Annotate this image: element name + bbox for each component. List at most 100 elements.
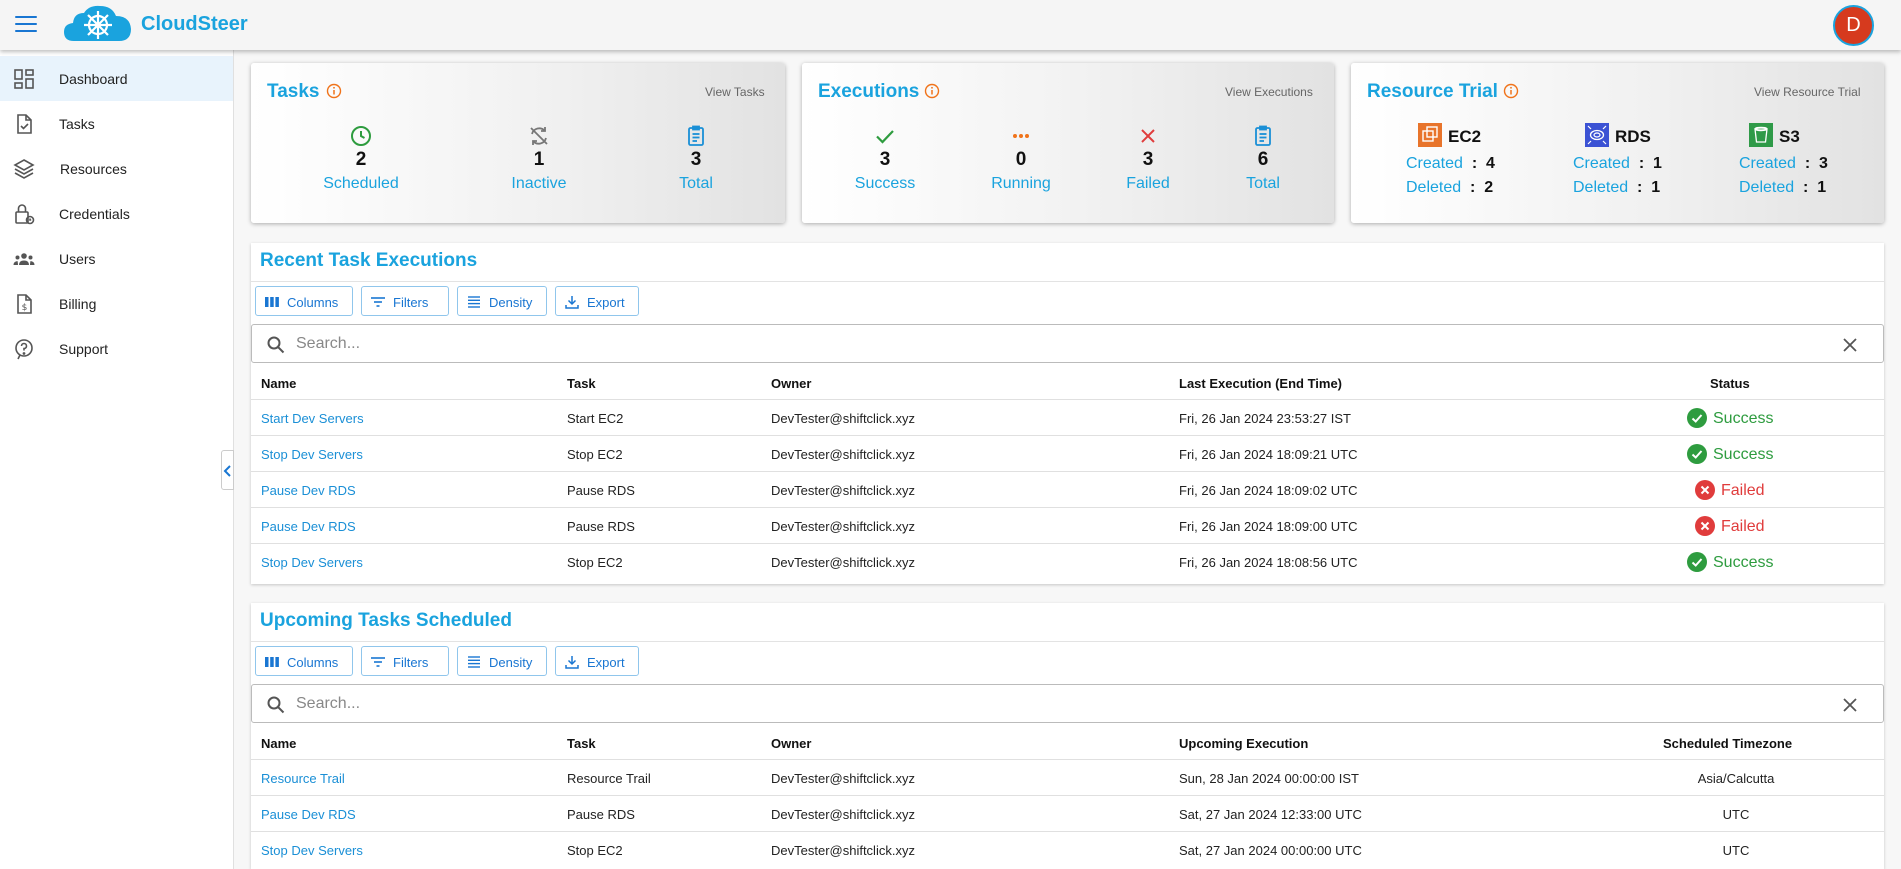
column-header-task[interactable]: Task	[567, 736, 596, 751]
search-input[interactable]	[296, 332, 1796, 356]
columns-button[interactable]: Columns	[255, 646, 353, 676]
button-label: Density	[489, 655, 533, 670]
info-icon[interactable]	[1503, 83, 1519, 99]
deleted-label: Deleted	[1573, 179, 1629, 196]
sidebar-item-resources[interactable]: Resources	[0, 146, 233, 191]
info-icon[interactable]	[326, 83, 342, 99]
view-executions-link[interactable]: View Executions	[1225, 85, 1313, 99]
deleted-label: Deleted	[1739, 179, 1795, 196]
stat-value: 2	[355, 149, 367, 170]
column-header-task[interactable]: Task	[567, 376, 596, 391]
brand-name: CloudSteer	[141, 13, 248, 35]
task-name-link[interactable]: Pause Dev RDS	[261, 807, 356, 822]
task-name-link[interactable]: Pause Dev RDS	[261, 519, 356, 534]
table-row[interactable]: Pause Dev RDS Pause RDS DevTester@shiftc…	[251, 508, 1884, 544]
search-box	[251, 684, 1884, 723]
sidebar-item-label: Tasks	[59, 116, 95, 132]
dots-icon	[1013, 134, 1029, 138]
density-icon	[468, 656, 480, 668]
execution-time: Fri, 26 Jan 2024 18:09:02 UTC	[1179, 483, 1358, 498]
filters-button[interactable]: Filters	[361, 646, 449, 676]
table-row[interactable]: Stop Dev Servers Stop EC2 DevTester@shif…	[251, 832, 1884, 868]
stat-value: 3	[879, 149, 891, 170]
task-type: Stop EC2	[567, 447, 623, 462]
button-label: Density	[489, 295, 533, 310]
table-row[interactable]: Start Dev Servers Start EC2 DevTester@sh…	[251, 400, 1884, 436]
task-type: Pause RDS	[567, 519, 635, 534]
search-icon	[267, 696, 285, 714]
clock-icon	[351, 126, 371, 146]
column-header-status[interactable]: Status	[1710, 376, 1750, 391]
stat-value: 1	[533, 149, 545, 170]
column-header-timezone[interactable]: Scheduled Timezone	[1663, 736, 1792, 751]
stat-label: Inactive	[511, 175, 567, 192]
view-resource-trial-link[interactable]: View Resource Trial	[1754, 85, 1861, 99]
sidebar-item-billing[interactable]: $ Billing	[0, 281, 233, 326]
task-name-link[interactable]: Start Dev Servers	[261, 411, 364, 426]
table-row[interactable]: Pause Dev RDS Pause RDS DevTester@shiftc…	[251, 796, 1884, 832]
check-icon	[876, 130, 894, 144]
task-name-link[interactable]: Resource Trail	[261, 771, 345, 786]
button-label: Filters	[393, 655, 429, 670]
download-icon	[565, 656, 579, 669]
sidebar-item-label: Users	[59, 251, 96, 267]
table-row[interactable]: Resource Trail Resource Trail DevTester@…	[251, 760, 1884, 796]
sidebar-item-label: Support	[59, 341, 109, 357]
task-name-link[interactable]: Stop Dev Servers	[261, 843, 363, 858]
resource-name: S3	[1779, 127, 1800, 146]
task-name-link[interactable]: Stop Dev Servers	[261, 555, 363, 570]
created-count: 1	[1653, 155, 1662, 172]
sidebar-item-label: Dashboard	[59, 71, 128, 87]
info-icon[interactable]	[924, 83, 940, 99]
column-header-name[interactable]: Name	[261, 736, 296, 751]
failed-x-icon	[1695, 516, 1715, 536]
owner-email: DevTester@shiftclick.xyz	[771, 807, 915, 822]
stat-success: 3 Success	[815, 124, 955, 193]
sidebar-item-users[interactable]: Users	[0, 236, 233, 281]
button-label: Export	[587, 295, 625, 310]
sidebar-item-support[interactable]: Support	[0, 326, 233, 371]
export-button[interactable]: Export	[555, 286, 639, 316]
clear-search-icon[interactable]	[1840, 695, 1860, 715]
status-text: Success	[1713, 410, 1774, 427]
table-row[interactable]: Pause Dev RDS Pause RDS DevTester@shiftc…	[251, 472, 1884, 508]
collapse-sidebar-button[interactable]	[221, 450, 234, 490]
stat-total: 3 Total	[626, 124, 766, 193]
x-icon	[1141, 129, 1155, 143]
sidebar-item-dashboard[interactable]: Dashboard	[0, 56, 233, 101]
clipboard-icon	[1255, 125, 1271, 146]
table-row[interactable]: Stop Dev Servers Stop EC2 DevTester@shif…	[251, 436, 1884, 472]
button-label: Export	[587, 655, 625, 670]
upcoming-time: Sat, 27 Jan 2024 00:00:00 UTC	[1179, 843, 1362, 858]
success-check-icon	[1687, 444, 1707, 464]
export-button[interactable]: Export	[555, 646, 639, 676]
search-input[interactable]	[296, 692, 1796, 716]
owner-email: DevTester@shiftclick.xyz	[771, 483, 915, 498]
density-button[interactable]: Density	[457, 286, 547, 316]
rds-icon	[1585, 123, 1609, 147]
column-header-name[interactable]: Name	[261, 376, 296, 391]
column-header-owner[interactable]: Owner	[771, 736, 811, 751]
task-type: Pause RDS	[567, 483, 635, 498]
column-header-last-execution[interactable]: Last Execution (End Time)	[1179, 376, 1342, 391]
user-avatar[interactable]: D	[1833, 5, 1874, 46]
sidebar-item-credentials[interactable]: Credentials	[0, 191, 233, 236]
sidebar: Dashboard Tasks Resources Credentials Us…	[0, 50, 234, 869]
resource-name: RDS	[1615, 127, 1651, 146]
column-header-owner[interactable]: Owner	[771, 376, 811, 391]
density-button[interactable]: Density	[457, 646, 547, 676]
hamburger-menu-icon[interactable]	[15, 16, 37, 34]
filters-button[interactable]: Filters	[361, 286, 449, 316]
columns-button[interactable]: Columns	[255, 286, 353, 316]
owner-email: DevTester@shiftclick.xyz	[771, 447, 915, 462]
lock-icon	[15, 204, 35, 225]
task-name-link[interactable]: Stop Dev Servers	[261, 447, 363, 462]
task-type: Stop EC2	[567, 555, 623, 570]
column-header-upcoming-execution[interactable]: Upcoming Execution	[1179, 736, 1308, 751]
task-name-link[interactable]: Pause Dev RDS	[261, 483, 356, 498]
view-tasks-link[interactable]: View Tasks	[705, 85, 765, 99]
stat-label: Success	[854, 175, 916, 192]
clear-search-icon[interactable]	[1840, 335, 1860, 355]
sidebar-item-tasks[interactable]: Tasks	[0, 101, 233, 146]
table-row[interactable]: Stop Dev Servers Stop EC2 DevTester@shif…	[251, 544, 1884, 580]
